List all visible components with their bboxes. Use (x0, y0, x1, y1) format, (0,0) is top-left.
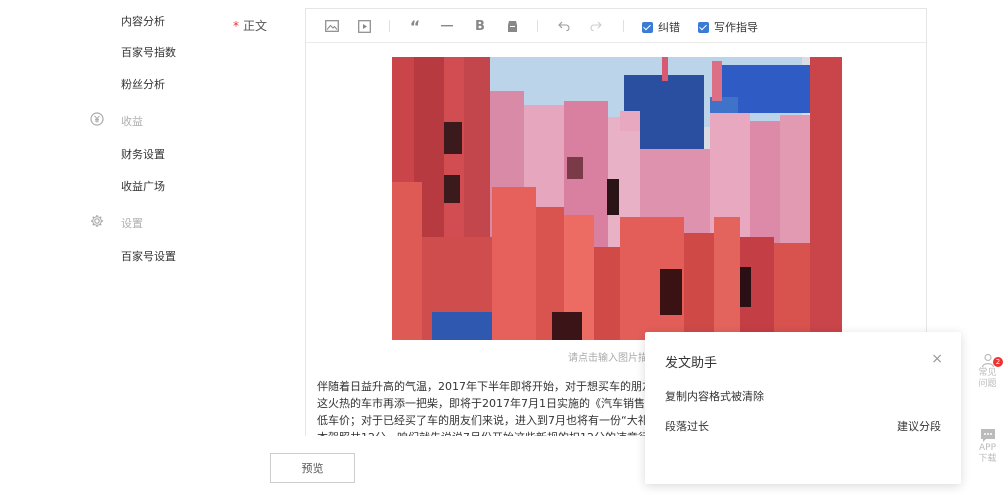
gear-icon (91, 215, 103, 227)
undo-icon[interactable] (556, 18, 572, 34)
assistant-notice: 复制内容格式被清除 (665, 390, 764, 403)
editor-toolbar: “ B 纠错 写作指导 (306, 9, 926, 43)
sidebar-group-settings: 设置 (121, 217, 143, 230)
sidebar-item-baijiahao-index[interactable]: 百家号指数 (121, 44, 176, 60)
toolbar-separator (389, 20, 390, 32)
sidebar: 内容分析 百家号指数 粉丝分析 收益 财务设置 收益广场 设置 百家号设置 (0, 0, 212, 495)
sidebar-item-fans-analysis[interactable]: 粉丝分析 (121, 76, 165, 92)
sidebar-item-income-square[interactable]: 收益广场 (121, 178, 165, 194)
image-icon[interactable] (324, 18, 340, 34)
body-label-text: 正文 (243, 19, 268, 33)
toolbar-separator (537, 20, 538, 32)
sidebar-item-finance-settings[interactable]: 财务设置 (121, 146, 165, 162)
checkbox-checked-icon (698, 21, 709, 33)
typo-check-label: 纠错 (658, 21, 680, 34)
app-download-label: APP下载 (978, 443, 997, 464)
clear-format-icon[interactable] (504, 18, 520, 34)
close-icon[interactable]: × (931, 351, 943, 367)
writing-assistant-panel: 发文助手 × 复制内容格式被清除 段落过长 建议分段 (645, 332, 961, 484)
sidebar-item-baijiahao-settings[interactable]: 百家号设置 (121, 248, 176, 264)
bold-icon[interactable]: B (472, 18, 488, 34)
quote-icon[interactable]: “ (407, 17, 423, 36)
app-download-button[interactable]: APP下载 (967, 428, 1008, 465)
sidebar-item-content-analysis[interactable]: 内容分析 (121, 13, 165, 29)
assistant-title: 发文助手 (665, 356, 718, 371)
checkbox-checked-icon (642, 21, 653, 33)
faq-button[interactable]: 2 常见问题 (967, 352, 1008, 390)
right-float-bar: 2 常见问题 APP下载 (967, 344, 1008, 484)
yen-circle-icon (90, 112, 104, 126)
writing-guide-label: 写作指导 (714, 21, 758, 34)
sidebar-group-income: 收益 (121, 115, 143, 128)
chat-icon (980, 429, 995, 442)
notification-badge: 2 (993, 357, 1003, 367)
body-field-label: * 正文 (233, 17, 267, 34)
assistant-issue-action[interactable]: 建议分段 (897, 418, 941, 434)
required-mark: * (233, 19, 239, 33)
preview-button[interactable]: 预览 (270, 453, 355, 483)
toolbar-separator (623, 20, 624, 32)
video-icon[interactable] (356, 18, 372, 34)
writing-guide-toggle[interactable]: 写作指导 (698, 19, 758, 35)
typo-check-toggle[interactable]: 纠错 (642, 19, 680, 35)
redo-icon[interactable] (588, 18, 604, 34)
faq-label: 常见问题 (978, 368, 997, 389)
article-image[interactable] (392, 57, 842, 340)
divider-icon[interactable] (439, 18, 455, 34)
assistant-issue: 段落过长 (665, 420, 709, 433)
